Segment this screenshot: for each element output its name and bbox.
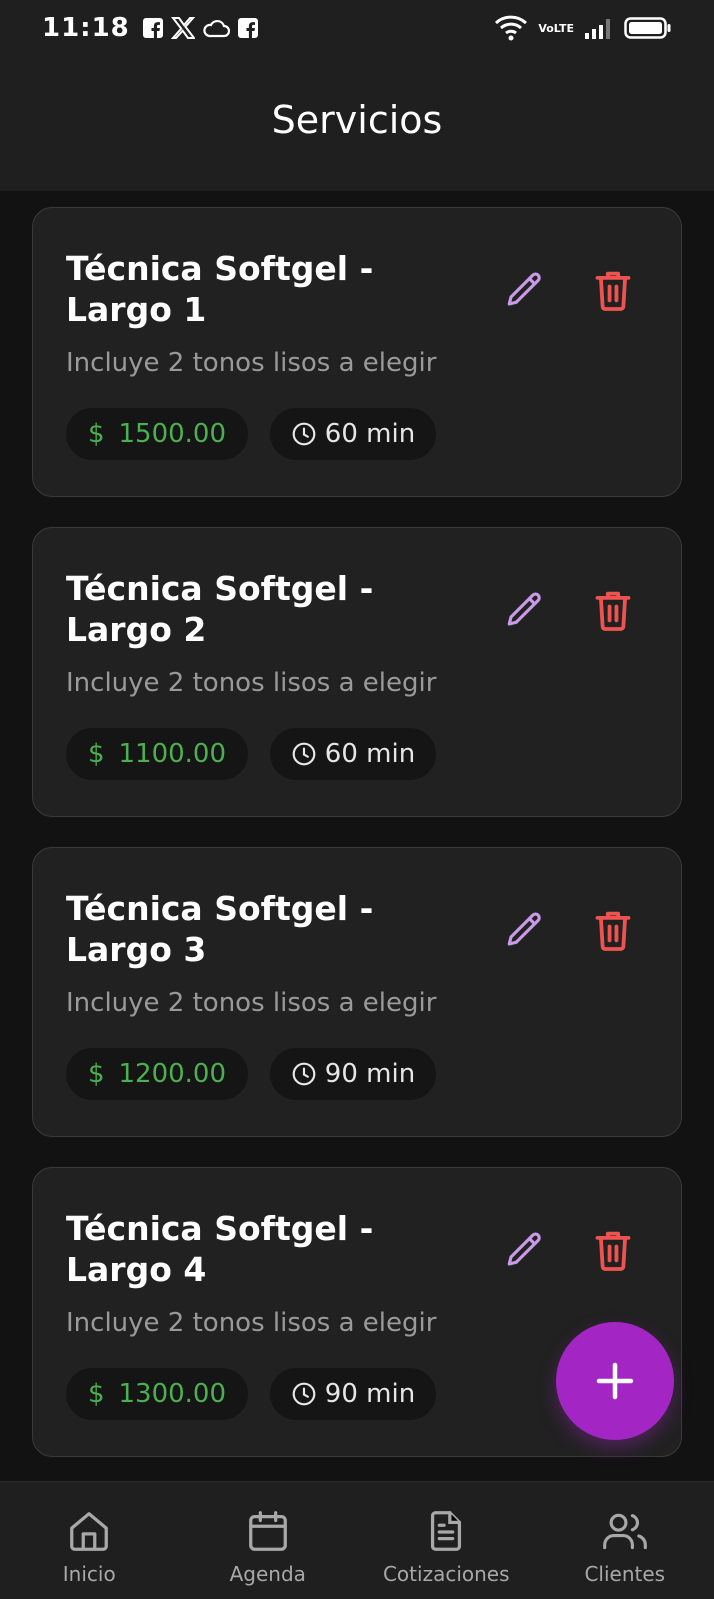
currency-symbol: $ <box>87 419 105 449</box>
home-icon <box>70 1512 109 1551</box>
edit-button[interactable] <box>495 580 555 640</box>
app-bar: Servicios <box>0 56 714 191</box>
currency-symbol: $ <box>87 1059 105 1089</box>
facebook-icon <box>142 17 164 39</box>
trash-icon <box>595 271 631 311</box>
signal-icon <box>584 16 614 40</box>
facebook-icon <box>237 17 259 39</box>
service-card[interactable]: Técnica Softgel - Largo 2 Incluye 2 tono… <box>32 527 682 817</box>
clock-icon <box>291 421 317 447</box>
document-icon <box>431 1511 462 1551</box>
clock-icon <box>291 1061 317 1087</box>
cloud-icon <box>202 17 230 39</box>
nav-label: Agenda <box>229 1562 306 1586</box>
nav-item-agenda[interactable]: Agenda <box>188 1482 348 1586</box>
service-card[interactable]: Técnica Softgel - Largo 1 Incluye 2 tono… <box>32 207 682 497</box>
duration-badge: 90 min <box>270 1368 436 1420</box>
services-list[interactable]: Técnica Softgel - Largo 1 Incluye 2 tono… <box>0 191 714 1481</box>
calendar-icon <box>248 1511 287 1551</box>
bottom-nav: Inicio Agenda Cotizaciones Clientes <box>0 1481 714 1599</box>
clock-icon <box>291 741 317 767</box>
x-icon <box>170 17 195 39</box>
service-description: Incluye 2 tonos lisos a elegir <box>66 348 437 378</box>
service-title: Técnica Softgel - Largo 2 <box>66 569 374 649</box>
delete-button[interactable] <box>583 900 643 960</box>
edit-button[interactable] <box>495 900 555 960</box>
price-value: 1300.00 <box>118 1379 227 1409</box>
price-badge: $ 1300.00 <box>66 1368 248 1420</box>
clock-icon <box>291 1381 317 1407</box>
price-badge: $ 1100.00 <box>66 728 248 780</box>
delete-button[interactable] <box>583 260 643 320</box>
price-value: 1100.00 <box>118 739 227 769</box>
wifi-icon <box>494 15 528 41</box>
status-bar: 11:18 Vo LTE <box>0 0 714 56</box>
nav-label: Clientes <box>584 1562 666 1586</box>
duration-value: 60 min <box>324 739 416 769</box>
service-title: Técnica Softgel - Largo 4 <box>66 1209 374 1289</box>
page-title: Servicios <box>271 97 443 142</box>
nav-item-cotizaciones[interactable]: Cotizaciones <box>366 1482 526 1586</box>
delete-button[interactable] <box>583 1220 643 1280</box>
service-title: Técnica Softgel - Largo 1 <box>66 249 374 329</box>
edit-button[interactable] <box>495 260 555 320</box>
price-value: 1200.00 <box>118 1059 227 1089</box>
delete-button[interactable] <box>583 580 643 640</box>
status-left: 11:18 <box>42 13 259 43</box>
service-description: Incluye 2 tonos lisos a elegir <box>66 988 437 1018</box>
trash-icon <box>595 911 631 951</box>
nav-label: Cotizaciones <box>382 1562 510 1586</box>
service-description: Incluye 2 tonos lisos a elegir <box>66 668 437 698</box>
service-title: Técnica Softgel - Largo 3 <box>66 889 374 969</box>
duration-value: 90 min <box>324 1059 416 1089</box>
duration-badge: 90 min <box>270 1048 436 1100</box>
volte-label-bottom: LTE <box>553 21 574 35</box>
trash-icon <box>595 1231 631 1271</box>
pencil-icon <box>507 272 541 306</box>
battery-icon <box>624 16 672 40</box>
pencil-icon <box>507 1232 541 1266</box>
pencil-icon <box>507 592 541 626</box>
nav-item-inicio[interactable]: Inicio <box>9 1482 169 1586</box>
edit-button[interactable] <box>495 1220 555 1280</box>
duration-value: 60 min <box>324 419 416 449</box>
plus-icon <box>596 1362 634 1400</box>
currency-symbol: $ <box>87 739 105 769</box>
price-value: 1500.00 <box>118 419 227 449</box>
duration-badge: 60 min <box>270 408 436 460</box>
services-screen: 11:18 Vo LTE Servicios Técnica Softgel -… <box>0 0 714 1599</box>
users-icon <box>602 1513 647 1550</box>
currency-symbol: $ <box>87 1379 105 1409</box>
trash-icon <box>595 591 631 631</box>
notification-icons <box>142 17 259 39</box>
duration-badge: 60 min <box>270 728 436 780</box>
price-badge: $ 1200.00 <box>66 1048 248 1100</box>
duration-value: 90 min <box>324 1379 416 1409</box>
nav-label: Inicio <box>62 1562 116 1586</box>
volte-icon: Vo LTE <box>538 23 574 34</box>
price-badge: $ 1500.00 <box>66 408 248 460</box>
service-card[interactable]: Técnica Softgel - Largo 3 Incluye 2 tono… <box>32 847 682 1137</box>
volte-label-top: Vo <box>538 21 554 35</box>
status-time: 11:18 <box>42 13 130 43</box>
status-right: Vo LTE <box>494 15 672 41</box>
service-description: Incluye 2 tonos lisos a elegir <box>66 1308 437 1338</box>
nav-item-clientes[interactable]: Clientes <box>545 1482 705 1586</box>
add-service-button[interactable] <box>556 1322 674 1440</box>
pencil-icon <box>507 912 541 946</box>
